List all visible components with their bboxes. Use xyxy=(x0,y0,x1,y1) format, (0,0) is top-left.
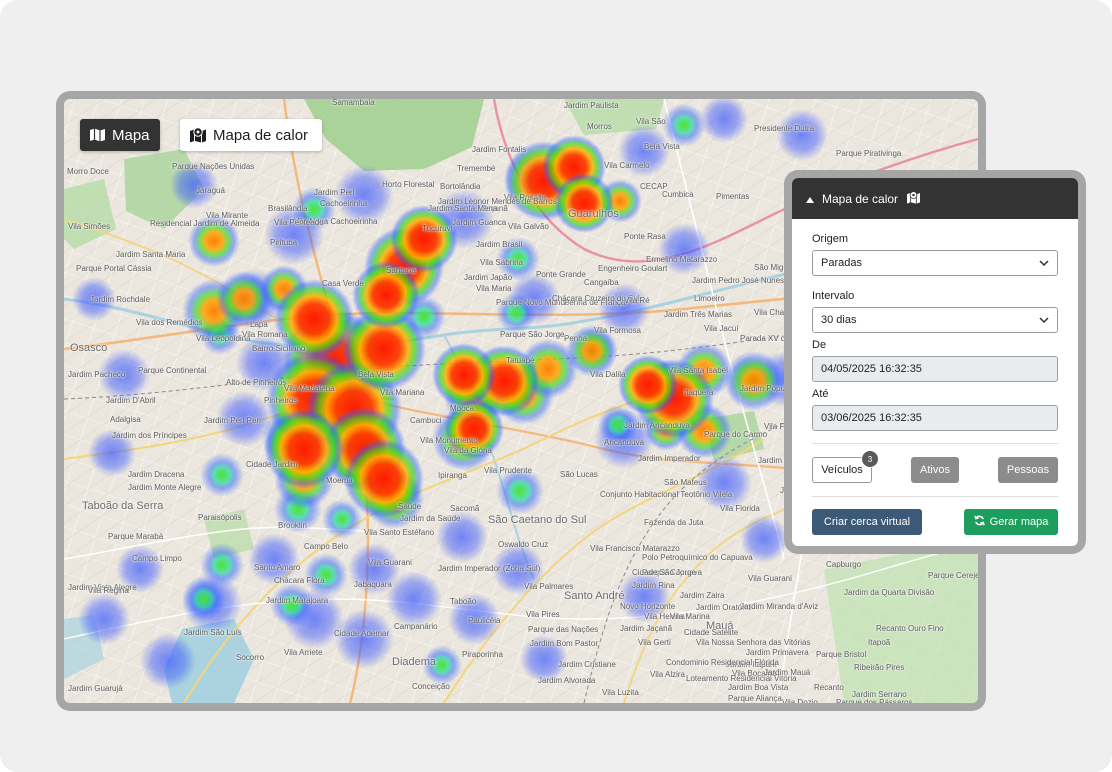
people-button[interactable]: Pessoas xyxy=(998,457,1058,483)
heatmap-view-label: Mapa de calor xyxy=(213,126,309,144)
map-icon xyxy=(89,128,106,142)
generate-map-button[interactable]: Gerar mapa xyxy=(964,509,1058,535)
chevron-down-icon xyxy=(1039,314,1049,326)
create-geofence-label: Criar cerca virtual xyxy=(823,516,911,528)
generate-map-label: Gerar mapa xyxy=(989,516,1049,528)
map-marker-icon xyxy=(906,190,921,207)
people-label: Pessoas xyxy=(1006,464,1050,476)
origin-select[interactable]: Paradas xyxy=(812,250,1058,276)
create-geofence-button[interactable]: Criar cerca virtual xyxy=(812,509,922,535)
interval-value: 30 dias xyxy=(821,314,857,326)
divider xyxy=(812,496,1058,497)
refresh-icon xyxy=(973,515,985,529)
source-filter-row: Veículos 3 Ativos Pessoas xyxy=(812,450,1058,483)
map-marker-icon xyxy=(189,127,207,143)
origin-label: Origem xyxy=(812,233,849,245)
panel-body: Origem Paradas Intervalo 30 dias De 04/0… xyxy=(792,219,1078,535)
map-view-label: Mapa xyxy=(112,126,150,144)
vehicles-button[interactable]: Veículos 3 xyxy=(812,450,879,483)
panel-header[interactable]: Mapa de calor xyxy=(792,178,1078,219)
from-date-field[interactable]: 04/05/2025 16:32:35 xyxy=(812,356,1058,382)
interval-select[interactable]: 30 dias xyxy=(812,307,1058,333)
panel-title: Mapa de calor xyxy=(822,191,899,206)
assets-label: Ativos xyxy=(920,464,950,476)
to-date-field[interactable]: 03/06/2025 16:32:35 xyxy=(812,405,1058,431)
from-label: De xyxy=(812,339,827,351)
from-date-value: 04/05/2025 16:32:35 xyxy=(821,363,922,375)
map-view-button[interactable]: Mapa xyxy=(80,119,160,151)
to-label: Até xyxy=(812,388,829,400)
caret-up-icon[interactable] xyxy=(806,192,814,206)
vehicles-count-badge: 3 xyxy=(861,450,879,468)
action-row: Criar cerca virtual Gerar mapa xyxy=(812,509,1058,535)
chevron-down-icon xyxy=(1039,257,1049,269)
to-date-value: 03/06/2025 16:32:35 xyxy=(821,412,922,424)
heatmap-panel: Mapa de calor Origem Paradas Intervalo 3… xyxy=(792,178,1078,546)
heatmap-panel-frame: Mapa de calor Origem Paradas Intervalo 3… xyxy=(784,170,1086,554)
vehicles-label: Veículos xyxy=(821,464,863,476)
assets-button[interactable]: Ativos xyxy=(911,457,959,483)
screenshot-canvas: Samambaia Jardim Paulista Morros Vila São Be… xyxy=(0,0,1112,772)
interval-label: Intervalo xyxy=(812,290,855,302)
divider xyxy=(812,443,1058,444)
origin-value: Paradas xyxy=(821,257,862,269)
heatmap-view-button[interactable]: Mapa de calor xyxy=(180,119,322,151)
